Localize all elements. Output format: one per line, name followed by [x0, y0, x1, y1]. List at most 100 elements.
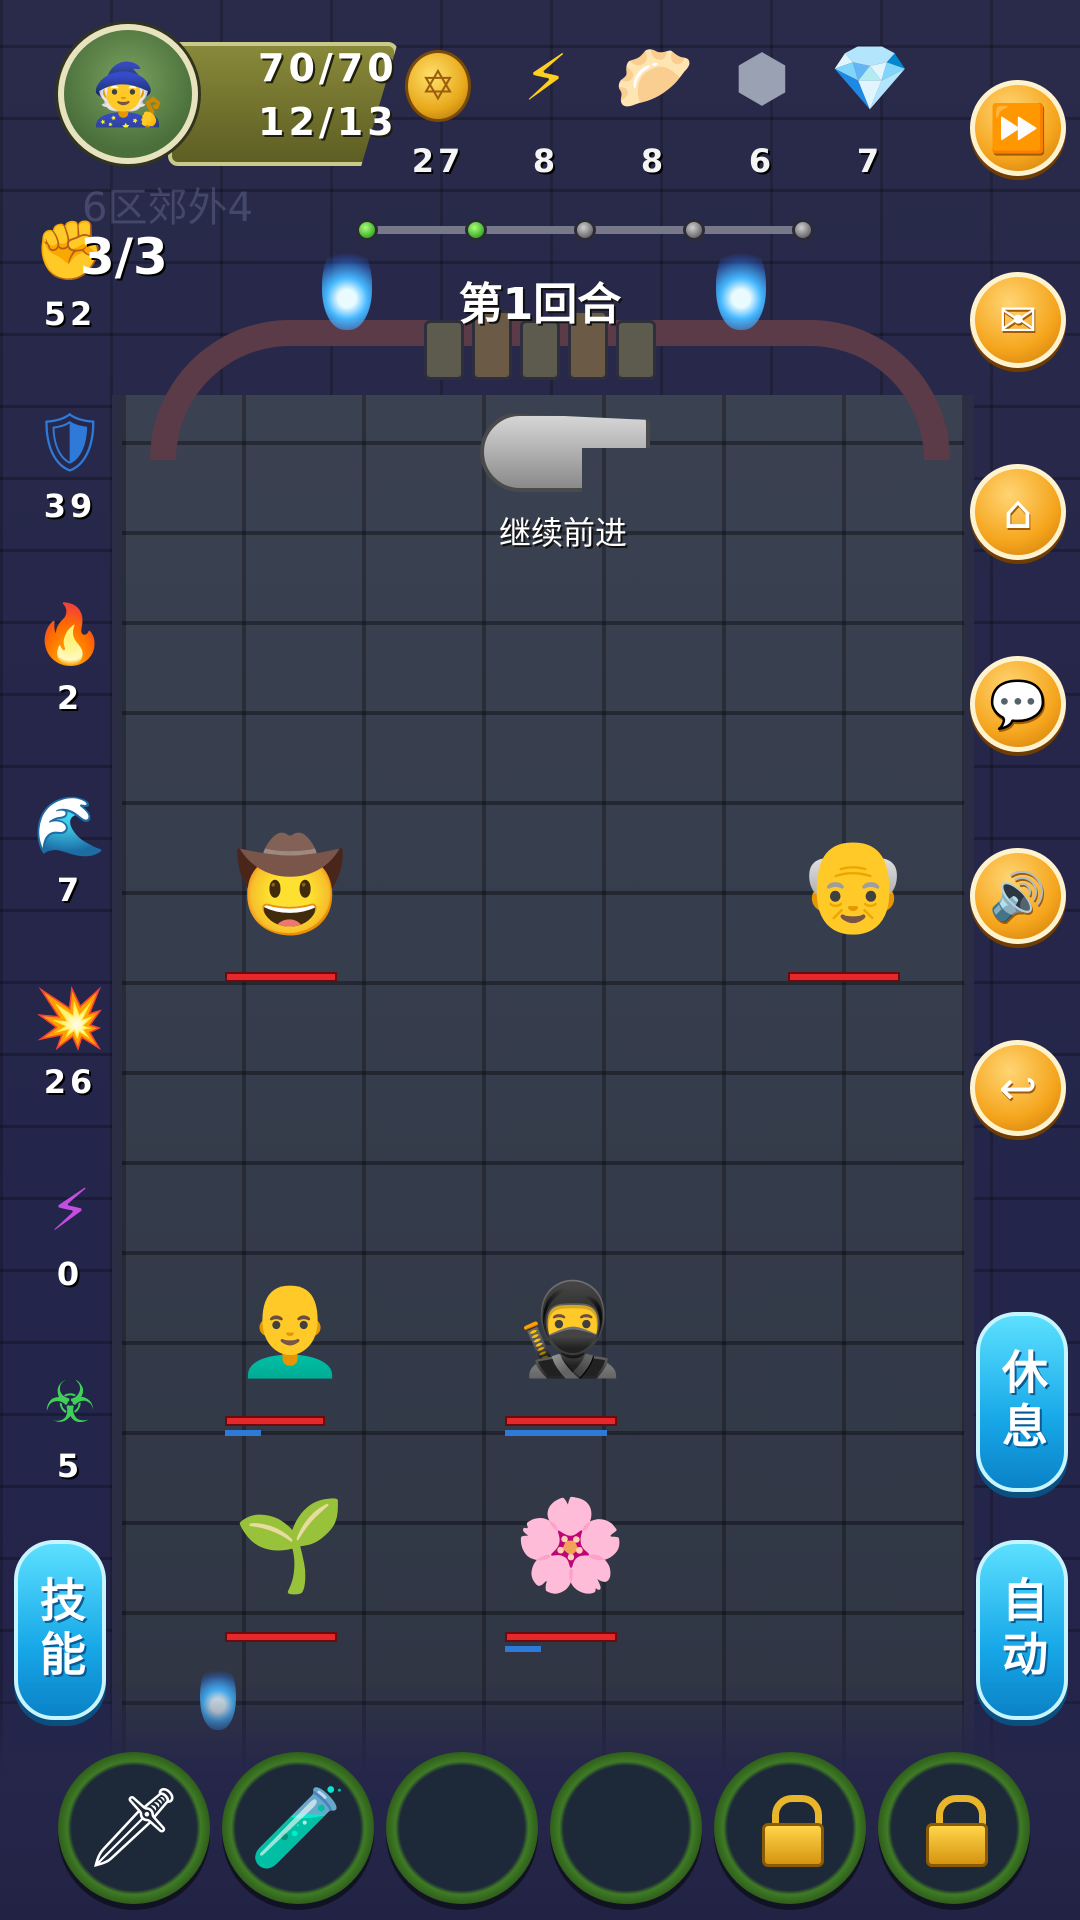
enemy-old-farmer[interactable]: 👴 — [768, 800, 928, 1000]
stat-light-value: 2 — [56, 679, 84, 717]
skill-slot-3[interactable] — [386, 1752, 538, 1904]
stat-water-value: 7 — [56, 871, 84, 909]
enemy-treasure-hunter[interactable]: 🤠 — [205, 800, 365, 1000]
back-arrow-icon: ↩ — [998, 1061, 1038, 1115]
ally-mp-bar — [225, 1430, 261, 1436]
enemy-hp-bar — [225, 972, 337, 982]
resource-energy[interactable]: ⚡ 8 — [496, 34, 596, 194]
ally-seedling-pet[interactable]: 🌱 — [205, 1460, 365, 1660]
fire-icon: 💥 — [33, 984, 107, 1052]
mail-icon: ✉ — [998, 293, 1038, 347]
dumpling-count: 8 — [640, 142, 668, 180]
mail-button[interactable]: ✉ — [970, 272, 1066, 368]
fist-action-count: 3/3 — [80, 228, 168, 286]
energy-bolt-icon: ⚡ — [523, 42, 569, 116]
fast-forward-button[interactable]: ⏩ — [970, 80, 1066, 176]
ally-purple-flower-pet[interactable]: 🌸 — [485, 1460, 645, 1660]
seedling-icon: 🌱 — [233, 1492, 347, 1598]
iron-count: 6 — [748, 142, 776, 180]
water-wave-icon: 🌊 — [33, 792, 107, 860]
skill-slot-1[interactable]: 🗡 — [58, 1752, 210, 1904]
progress-node — [574, 219, 596, 241]
purple-flower-icon: 🌸 — [513, 1492, 627, 1598]
ally-mp-bar — [505, 1430, 607, 1436]
rest-label: 休息 — [995, 1348, 1049, 1456]
auto-button[interactable]: 自动 — [976, 1540, 1068, 1720]
wizard-hat-avatar-icon[interactable]: 🧙 — [58, 24, 198, 164]
ally-hp-bar — [225, 1416, 325, 1426]
sword-icon: 🗡 — [84, 1782, 184, 1873]
crystal-count: 7 — [856, 142, 884, 180]
ally-hp-bar — [505, 1416, 617, 1426]
ally-hero-swordsman[interactable]: 🥷 — [485, 1244, 645, 1444]
treasure-hunter-icon: 🤠 — [233, 832, 347, 938]
skill-slot-4[interactable] — [550, 1752, 702, 1904]
auto-label: 自动 — [995, 1576, 1049, 1684]
progress-node — [356, 219, 378, 241]
player-panel[interactable]: 70/70 12/13 🧙 — [58, 24, 398, 166]
ally-hp-bar — [225, 1632, 337, 1642]
player-level-progress: 12/13 — [258, 100, 398, 144]
stat-light: 🔥 2 — [20, 589, 120, 739]
stat-dark-value: 0 — [56, 1255, 84, 1293]
stat-fire-value: 26 — [43, 1063, 97, 1101]
iron-ingot-icon: ⬢ — [734, 42, 790, 116]
progress-node — [792, 219, 814, 241]
back-button[interactable]: ↩ — [970, 1040, 1066, 1136]
ally-bald-monk[interactable]: 👨‍🦲 — [205, 1244, 365, 1444]
resource-iron[interactable]: ⬢ 6 — [712, 34, 812, 194]
round-label: 第1回合 — [458, 279, 622, 330]
pointing-hand-icon — [480, 412, 650, 492]
stat-fist-value: 52 — [43, 295, 97, 333]
chat-icon: 💬 — [989, 676, 1047, 731]
lock-icon — [762, 1795, 824, 1867]
stat-shield: 🛡 39 — [20, 397, 120, 547]
stat-fire: 💥 26 — [20, 973, 120, 1123]
home-icon: ⌂ — [1003, 485, 1033, 539]
continue-forward-label: 继续前进 — [498, 514, 627, 552]
lock-icon — [926, 1795, 988, 1867]
stat-dark: ⚡ 0 — [20, 1165, 120, 1315]
blue-torch-left-icon — [322, 240, 372, 330]
ally-mp-bar — [505, 1646, 541, 1652]
skill-button[interactable]: 技能 — [14, 1540, 106, 1720]
poison-icon: ☣ — [44, 1368, 96, 1436]
potion-icon: 🧪 — [249, 1782, 347, 1873]
home-button[interactable]: ⌂ — [970, 464, 1066, 560]
resource-dumpling[interactable]: 🥟 8 — [604, 34, 704, 194]
enemy-hp-bar — [788, 972, 900, 982]
stat-poison: ☣ 5 — [20, 1357, 120, 1507]
gold-coin-icon: ✡ — [405, 50, 471, 122]
progress-node — [465, 219, 487, 241]
skill-slot-2[interactable]: 🧪 — [222, 1752, 374, 1904]
stat-shield-value: 39 — [43, 487, 97, 525]
resource-crystal[interactable]: 💎 7 — [820, 34, 920, 194]
chat-button[interactable]: 💬 — [970, 656, 1066, 752]
dumpling-icon: 🥟 — [614, 42, 694, 116]
ally-hp-bar — [505, 1632, 617, 1642]
stat-water: 🌊 7 — [20, 781, 120, 931]
resource-gold[interactable]: ✡ 27 — [388, 34, 488, 194]
continue-forward-pointer[interactable]: 继续前进 — [470, 408, 670, 552]
shield-icon: 🛡 — [33, 408, 107, 476]
old-farmer-icon: 👴 — [796, 832, 910, 938]
gold-count: 27 — [411, 142, 465, 180]
light-flame-icon: 🔥 — [33, 600, 107, 668]
resource-bar: ✡ 27 ⚡ 8 🥟 8 ⬢ 6 💎 7 — [388, 34, 928, 194]
rest-button[interactable]: 休息 — [976, 1312, 1068, 1492]
fast-forward-icon: ⏩ — [989, 100, 1047, 155]
blue-torch-right-icon — [716, 240, 766, 330]
hero-swordsman-icon: 🥷 — [513, 1276, 627, 1382]
sound-icon: 🔊 — [989, 868, 1047, 923]
sound-button[interactable]: 🔊 — [970, 848, 1066, 944]
dark-lightning-icon: ⚡ — [49, 1176, 91, 1244]
stat-poison-value: 5 — [56, 1447, 84, 1485]
purple-crystal-icon: 💎 — [830, 42, 910, 116]
bald-monk-icon: 👨‍🦲 — [233, 1276, 347, 1382]
skill-slot-6-locked[interactable] — [878, 1752, 1030, 1904]
energy-count: 8 — [532, 142, 560, 180]
skill-slot-5-locked[interactable] — [714, 1752, 866, 1904]
skill-label: 技能 — [33, 1576, 87, 1684]
player-hp: 70/70 — [258, 46, 398, 90]
progress-node — [683, 219, 705, 241]
